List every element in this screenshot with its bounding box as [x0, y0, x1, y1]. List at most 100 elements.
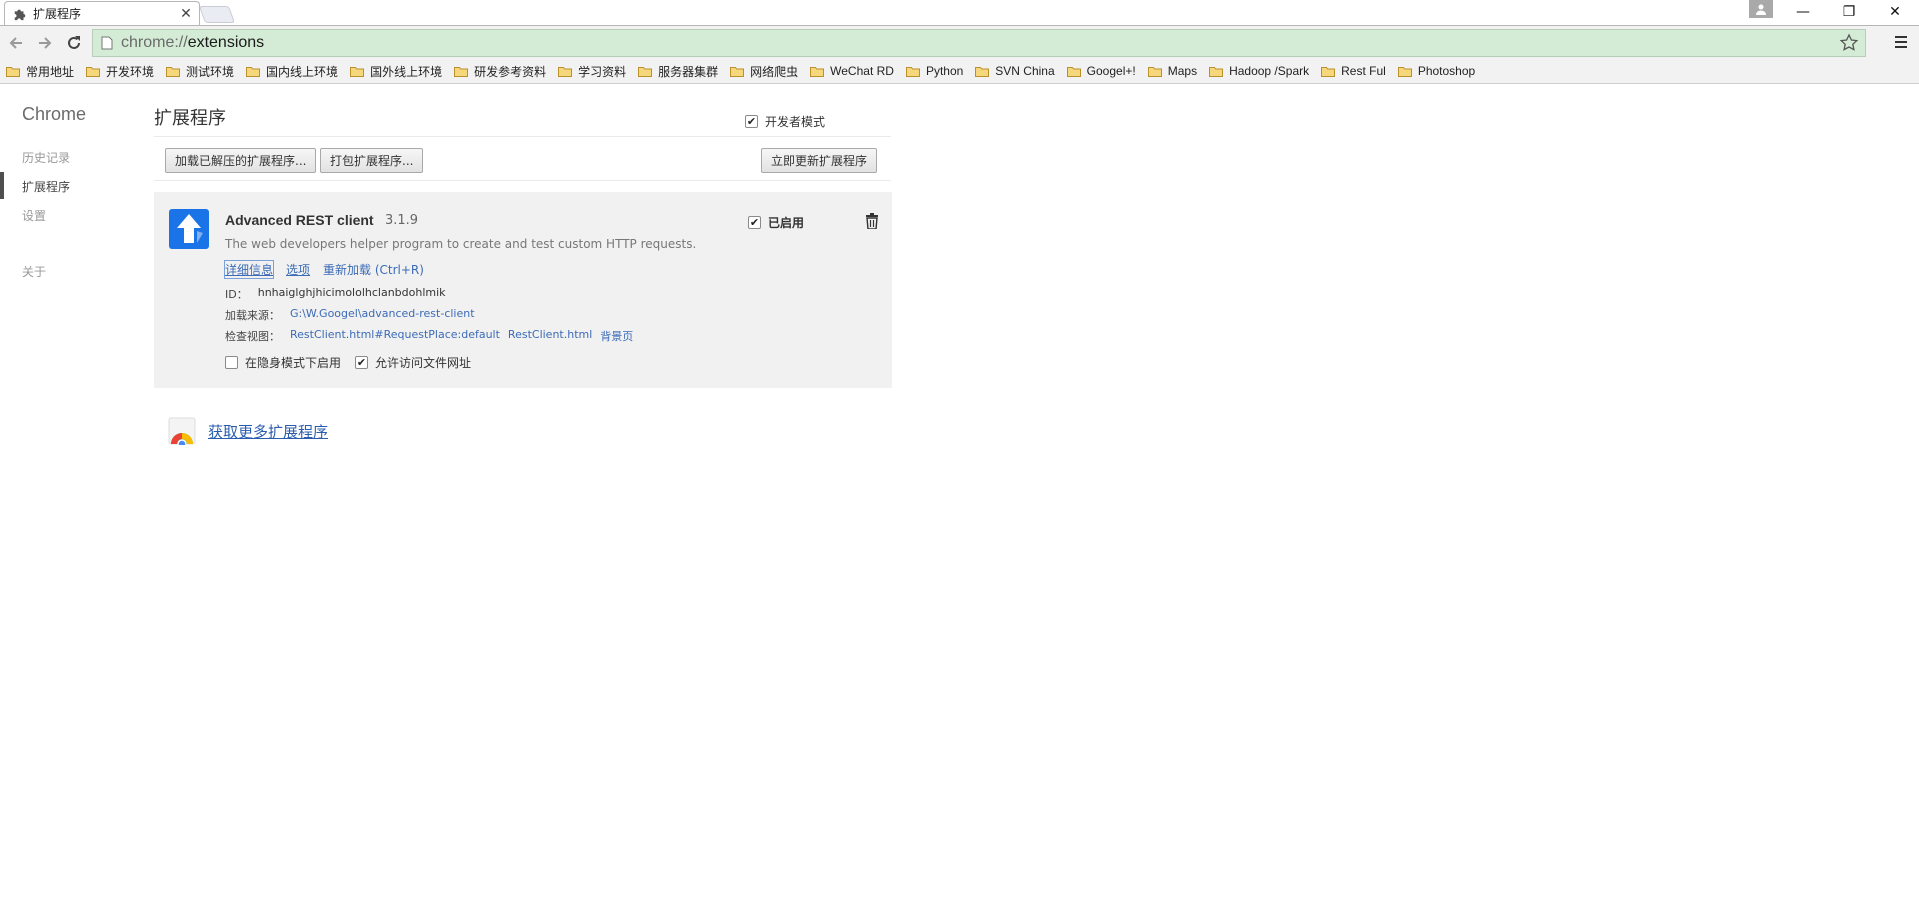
file-access-label: 允许访问文件网址 [375, 356, 472, 370]
bookmark-item[interactable]: 学习资料 [558, 60, 626, 82]
load-unpacked-button[interactable]: 加载已解压的扩展程序... [165, 148, 317, 173]
sidebar-item-settings[interactable]: 设置 [22, 207, 46, 224]
bookmark-item[interactable]: Python [905, 60, 964, 82]
folder-icon [1397, 66, 1412, 77]
folder-icon [558, 66, 573, 77]
title-bar: 扩展程序 ✕ — ❐ ✕ [0, 0, 1919, 25]
folder-icon [1321, 66, 1336, 77]
url-scheme: chrome:// [121, 34, 188, 51]
get-more-extensions[interactable]: 获取更多扩展程序 [168, 417, 328, 445]
url-text: chrome://extensions [121, 34, 264, 52]
bookmark-item[interactable]: 开发环境 [86, 60, 154, 82]
bookmark-item[interactable]: Photoshop [1397, 60, 1475, 82]
enabled-label: 已启用 [768, 216, 805, 230]
back-button[interactable] [4, 31, 28, 55]
url-path: extensions [187, 34, 265, 51]
page-icon [101, 36, 113, 50]
extension-description: The web developers helper program to cre… [225, 237, 697, 251]
get-more-extensions-link[interactable]: 获取更多扩展程序 [208, 421, 328, 442]
folder-icon [86, 66, 101, 77]
inspect-view-link[interactable]: 背景页 [600, 328, 633, 344]
bookmark-label: 学习资料 [578, 64, 627, 79]
extension-name: Advanced REST client [225, 212, 374, 228]
bookmark-label: Rest Ful [1341, 64, 1386, 78]
bookmark-item[interactable]: SVN China [975, 60, 1055, 82]
bookmark-item[interactable]: Maps [1147, 60, 1197, 82]
folder-icon [1209, 66, 1224, 77]
puzzle-icon [14, 9, 26, 20]
enabled-toggle[interactable]: ✔ 已启用 [748, 214, 804, 231]
details-link[interactable]: 详细信息 [223, 260, 275, 279]
bookmark-label: Hadoop /Spark [1229, 64, 1310, 78]
tab-close-icon[interactable]: ✕ [177, 6, 195, 22]
sidebar-title: Chrome [22, 104, 87, 124]
bookmark-item[interactable]: Rest Ful [1321, 60, 1386, 82]
extension-id-label: ID： [225, 288, 248, 301]
bookmark-item[interactable]: WeChat RD [810, 60, 894, 82]
profile-avatar-icon[interactable] [1749, 0, 1773, 18]
developer-mode-toggle[interactable]: ✔ 开发者模式 [745, 113, 825, 130]
incognito-option[interactable]: 在隐身模式下启用 [225, 354, 341, 371]
bookmark-item[interactable]: 国内线上环境 [246, 60, 338, 82]
bookmark-item[interactable]: 服务器集群 [638, 60, 718, 82]
incognito-label: 在隐身模式下启用 [245, 356, 342, 370]
forward-button[interactable] [33, 31, 57, 55]
update-extensions-button[interactable]: 立即更新扩展程序 [761, 148, 878, 173]
folder-icon [454, 66, 469, 77]
extension-card: Advanced REST client 3.1.9 The web devel… [154, 192, 892, 388]
file-access-option[interactable]: ✔ 允许访问文件网址 [355, 354, 471, 371]
reload-icon [68, 36, 80, 49]
folder-icon [166, 66, 181, 77]
extension-links: 详细信息 选项 重新加载 (Ctrl+R) [223, 260, 437, 279]
bookmark-item[interactable]: 国外线上环境 [350, 60, 442, 82]
toolbar: chrome://extensions [0, 25, 1919, 59]
bookmark-label: SVN China [995, 64, 1055, 78]
extension-source-row: 加载来源： G:\W.Googel\advanced-rest-client [225, 307, 483, 323]
restore-button[interactable]: ❐ [1826, 0, 1872, 24]
bookmark-star-icon[interactable] [1839, 33, 1859, 53]
arrow-left-icon [9, 37, 22, 49]
page-title: 扩展程序 [154, 108, 226, 129]
sidebar-item-history[interactable]: 历史记录 [22, 149, 70, 166]
bookmark-item[interactable]: 测试环境 [166, 60, 234, 82]
tab-extensions[interactable]: 扩展程序 ✕ [4, 1, 200, 25]
folder-icon [246, 66, 261, 77]
bookmark-label: 测试环境 [186, 64, 235, 79]
options-link[interactable]: 选项 [286, 261, 310, 278]
close-window-button[interactable]: ✕ [1872, 0, 1918, 24]
new-tab-button[interactable] [198, 6, 236, 23]
bookmark-item[interactable]: Googel+! [1066, 60, 1136, 82]
folder-icon [905, 66, 920, 77]
bookmark-label: 服务器集群 [658, 64, 719, 79]
bookmark-label: 国内线上环境 [266, 64, 339, 79]
incognito-checkbox[interactable] [225, 356, 238, 369]
bookmark-item[interactable]: 研发参考资料 [454, 60, 546, 82]
developer-mode-checkbox[interactable]: ✔ [745, 115, 758, 128]
extension-upload-arrow-icon [169, 209, 209, 249]
tab-title: 扩展程序 [33, 7, 82, 21]
reload-extension-link[interactable]: 重新加载 (Ctrl+R) [323, 261, 424, 278]
minimize-button[interactable]: — [1780, 0, 1826, 24]
extension-source-link[interactable]: G:\W.Googel\advanced-rest-client [290, 307, 475, 323]
bookmark-item[interactable]: 常用地址 [6, 60, 74, 82]
reload-button[interactable] [62, 31, 86, 55]
bookmark-item[interactable]: 网络爬虫 [730, 60, 798, 82]
inspect-view-link[interactable]: RestClient.html [508, 328, 592, 344]
extension-id-row: ID： hnhaiglghjhicimololhclanbdohlmik [225, 286, 446, 302]
file-access-checkbox[interactable]: ✔ [355, 356, 369, 369]
bookmark-item[interactable]: Hadoop /Spark [1209, 60, 1309, 82]
sidebar-active-marker [0, 172, 4, 199]
bookmark-label: Python [925, 64, 964, 78]
trash-icon[interactable] [865, 213, 879, 229]
folder-icon [638, 66, 653, 77]
menu-icon[interactable] [1893, 34, 1909, 50]
address-bar[interactable]: chrome://extensions [92, 29, 1866, 57]
sidebar-item-extensions[interactable]: 扩展程序 [22, 178, 70, 195]
sidebar-item-about[interactable]: 关于 [22, 263, 46, 280]
pack-extension-button[interactable]: 打包扩展程序... [320, 148, 424, 173]
enabled-checkbox[interactable]: ✔ [748, 216, 761, 229]
extension-options: 在隐身模式下启用 ✔ 允许访问文件网址 [225, 354, 485, 371]
inspect-view-link[interactable]: RestClient.html#RequestPlace:default [290, 328, 500, 344]
folder-icon [350, 66, 365, 77]
arrow-right-icon [39, 37, 52, 49]
